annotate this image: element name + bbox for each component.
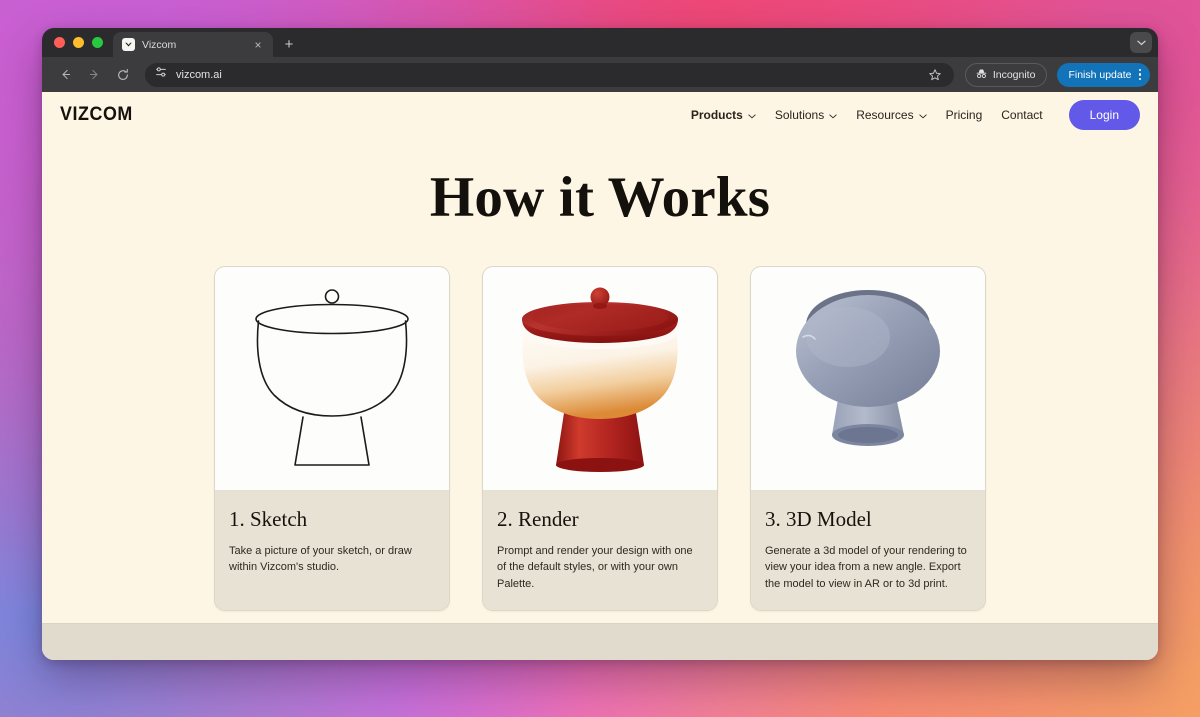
reload-button[interactable]	[110, 62, 136, 88]
finish-update-button[interactable]: Finish update	[1057, 62, 1150, 87]
nav-item-solutions[interactable]: Solutions	[775, 108, 837, 122]
three-d-model-image	[751, 267, 985, 491]
card-render[interactable]: 2. Render Prompt and render your design …	[482, 266, 718, 611]
card-3d-model-body: 3. 3D Model Generate a 3d model of your …	[751, 491, 985, 610]
nav-item-products-label: Products	[690, 108, 743, 122]
browser-window: Vizcom × + vizcom.ai Incognito Finish up…	[42, 28, 1158, 660]
nav-item-solutions-label: Solutions	[774, 108, 825, 122]
nav-item-contact[interactable]: Contact	[1001, 108, 1042, 122]
page-title: How it Works	[429, 166, 771, 229]
site-header: VIZCOM Products Solutions Resources Pric…	[42, 92, 1158, 138]
card-sketch-body: 1. Sketch Take a picture of your sketch,…	[215, 491, 449, 610]
close-tab-icon[interactable]: ×	[251, 39, 265, 51]
sketch-line-drawing	[215, 267, 449, 491]
vizcom-favicon-icon	[122, 38, 135, 51]
chevron-down-icon	[918, 108, 927, 122]
tab-title: Vizcom	[142, 38, 177, 51]
address-bar-url: vizcom.ai	[176, 68, 222, 81]
incognito-hat-icon	[975, 67, 988, 83]
incognito-label: Incognito	[992, 68, 1036, 81]
browser-tab[interactable]: Vizcom ×	[113, 32, 273, 57]
site-navigation: Products Solutions Resources Pricing Con…	[691, 100, 1140, 130]
tab-search-button[interactable]	[1130, 32, 1152, 53]
arrow-right-icon	[89, 69, 97, 80]
incognito-indicator[interactable]: Incognito	[964, 62, 1048, 87]
browser-menu-icon[interactable]	[1134, 68, 1147, 81]
chevron-down-icon	[748, 108, 756, 122]
card-render-title: 2. Render	[497, 507, 579, 531]
card-sketch-title: 1. Sketch	[229, 507, 308, 531]
card-3d-model[interactable]: 3. 3D Model Generate a 3d model of your …	[750, 266, 986, 611]
finish-update-label: Finish update	[1068, 68, 1132, 81]
browser-toolbar: vizcom.ai Incognito Finish update	[42, 57, 1158, 92]
how-it-works-card-list: 1. Sketch Take a picture of your sketch,…	[42, 266, 1158, 611]
card-sketch-description: Take a picture of your sketch, or draw w…	[229, 545, 412, 574]
bookmark-star-icon[interactable]	[926, 68, 944, 82]
page-viewport: VIZCOM Products Solutions Resources Pric…	[42, 92, 1158, 660]
browser-tab-strip: Vizcom × +	[42, 28, 1158, 57]
new-tab-button[interactable]: +	[276, 32, 302, 57]
card-sketch[interactable]: 1. Sketch Take a picture of your sketch,…	[214, 266, 450, 611]
chevron-down-icon	[829, 108, 837, 122]
login-button[interactable]: Login	[1068, 100, 1140, 130]
card-3d-model-title: 3. 3D Model	[765, 507, 872, 531]
address-bar[interactable]: vizcom.ai	[145, 62, 954, 87]
site-settings-icon[interactable]	[154, 65, 168, 84]
chevron-down-icon	[1136, 40, 1146, 45]
reload-icon	[118, 68, 128, 80]
card-3d-model-description: Generate a 3d model of your rendering to…	[765, 545, 967, 590]
nav-item-products[interactable]: Products	[691, 108, 756, 122]
rendered-vessel-image	[483, 267, 717, 491]
nav-item-resources[interactable]: Resources	[856, 108, 927, 122]
window-traffic-lights	[50, 28, 113, 57]
arrow-left-icon	[62, 69, 70, 80]
maximize-window-button[interactable]	[92, 37, 103, 48]
minimize-window-button[interactable]	[73, 37, 84, 48]
card-render-body: 2. Render Prompt and render your design …	[483, 491, 717, 610]
forward-button[interactable]	[81, 62, 107, 88]
close-window-button[interactable]	[54, 37, 65, 48]
nav-item-resources-label: Resources	[856, 108, 914, 122]
card-render-description: Prompt and render your design with one o…	[497, 545, 693, 590]
back-button[interactable]	[52, 62, 78, 88]
site-footer	[42, 623, 1158, 660]
nav-item-pricing[interactable]: Pricing	[946, 108, 983, 122]
vizcom-logo[interactable]: VIZCOM	[60, 104, 133, 126]
